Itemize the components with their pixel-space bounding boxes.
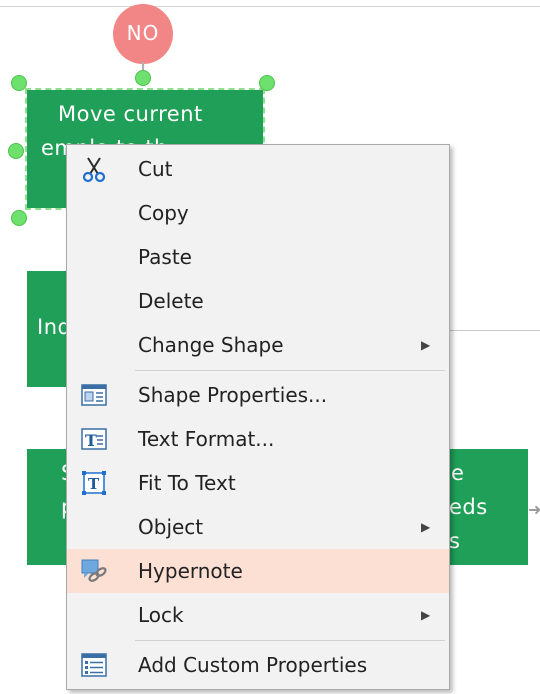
selection-handle-bottom-left[interactable] (11, 210, 27, 226)
menu-item-label: Paste (138, 245, 192, 269)
menu-item-label: Shape Properties... (138, 383, 328, 407)
scissors-icon (79, 155, 109, 183)
menu-separator (135, 370, 445, 371)
menu-item-change-shape[interactable]: Change Shape ▶ (67, 323, 449, 367)
menu-item-label: Delete (138, 289, 204, 313)
menu-item-label: Fit To Text (138, 471, 236, 495)
menu-item-label: Hypernote (138, 559, 243, 583)
menu-item-hypernote[interactable]: Hypernote (67, 549, 449, 593)
menu-item-label: Change Shape (138, 333, 284, 357)
menu-item-label: Object (138, 515, 204, 539)
selection-handle-top-left[interactable] (11, 75, 27, 91)
menu-item-fit-to-text[interactable]: T Fit To Text (67, 461, 449, 505)
menu-item-object[interactable]: Object ▶ (67, 505, 449, 549)
text-format-icon: T (79, 425, 109, 453)
menu-item-label: Add Custom Properties (138, 653, 368, 677)
fit-to-text-icon: T (79, 469, 109, 497)
hypernote-icon (79, 557, 109, 585)
shape-text-line1: e (451, 461, 465, 485)
menu-item-label: Cut (138, 157, 173, 181)
selection-handle-left[interactable] (8, 143, 24, 159)
custom-properties-icon (79, 651, 109, 679)
decision-label: NO (126, 21, 160, 45)
canvas-top-border (0, 6, 540, 7)
selection-handle-top-right[interactable] (259, 75, 275, 91)
decision-no-circle[interactable]: NO (113, 4, 173, 64)
submenu-arrow-icon: ▶ (421, 608, 431, 622)
menu-item-copy[interactable]: Copy (67, 191, 449, 235)
shape-text-line3: s (449, 529, 461, 553)
menu-separator (135, 640, 445, 641)
menu-item-cut[interactable]: Cut (67, 147, 449, 191)
process-shape-bottom-right[interactable]: e eds s (447, 449, 528, 565)
shape-text-line2: eds (449, 495, 488, 519)
shape-properties-icon (79, 381, 109, 409)
menu-item-lock[interactable]: Lock ▶ (67, 593, 449, 637)
svg-text:T: T (85, 431, 97, 450)
menu-item-label: Copy (138, 201, 189, 225)
menu-item-label: Text Format... (138, 427, 275, 451)
submenu-arrow-icon: ▶ (421, 338, 431, 352)
menu-item-add-custom-properties[interactable]: Add Custom Properties (67, 643, 449, 687)
menu-item-paste[interactable]: Paste (67, 235, 449, 279)
selection-handle-top[interactable] (135, 70, 151, 86)
menu-item-delete[interactable]: Delete (67, 279, 449, 323)
connector-arrow-icon: ➜ (528, 500, 540, 519)
shape-text-line1: Move current (58, 102, 203, 126)
menu-item-shape-properties[interactable]: Shape Properties... (67, 373, 449, 417)
menu-item-text-format[interactable]: T Text Format... (67, 417, 449, 461)
svg-text:T: T (88, 475, 100, 493)
context-menu: Cut Copy Paste Delete Change Shape ▶ Sha… (66, 144, 450, 690)
submenu-arrow-icon: ▶ (421, 520, 431, 534)
menu-item-label: Lock (138, 603, 184, 627)
